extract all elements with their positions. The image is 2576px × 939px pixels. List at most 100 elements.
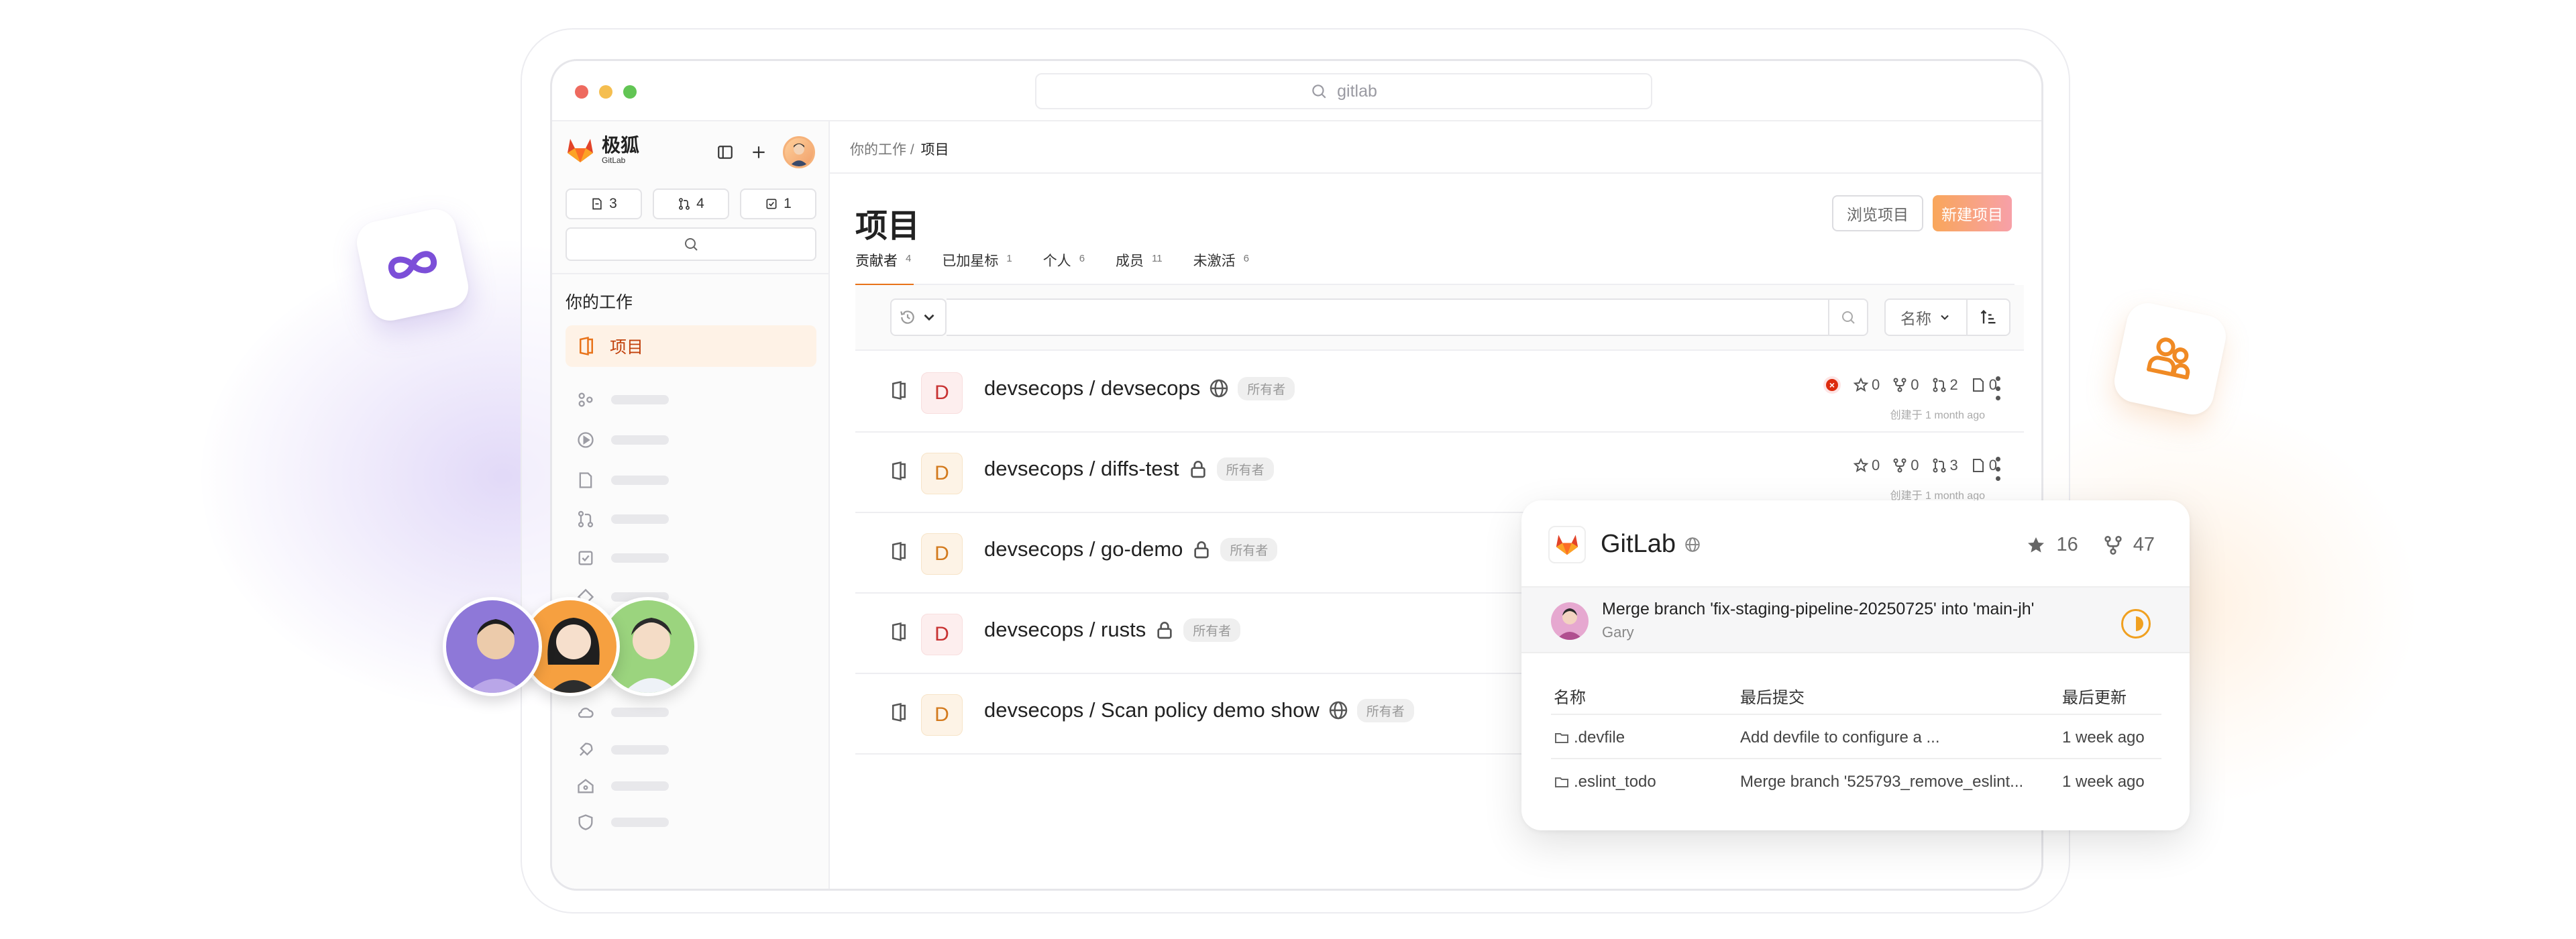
commit-message[interactable]: Merge branch 'fix-staging-pipeline-20250…	[1602, 600, 2034, 619]
forks-count[interactable]: 0	[1892, 376, 1919, 394]
sidebar-item-todos[interactable]	[576, 548, 669, 568]
pipeline-running-icon[interactable]	[2121, 609, 2151, 639]
tab-count: 6	[1079, 253, 1085, 264]
title-bar: gitlab	[552, 61, 2041, 121]
placeholder-bar	[611, 435, 669, 445]
sort-select[interactable]: 名称	[1884, 298, 1968, 336]
forks-count[interactable]: 0	[1892, 457, 1919, 474]
address-bar[interactable]: gitlab	[1035, 73, 1652, 109]
project-stats: × 0 0 2 0	[1823, 376, 1997, 394]
recent-searches-button[interactable]	[890, 298, 947, 336]
tab-inactive[interactable]: 未激活 6	[1193, 246, 1249, 285]
sidebar-item-environments[interactable]	[576, 702, 669, 722]
shield-icon	[578, 814, 593, 830]
create-new-icon[interactable]	[749, 143, 768, 162]
repository-title[interactable]: GitLab	[1601, 530, 1676, 559]
issues-counter[interactable]: 3	[566, 188, 642, 219]
tab-member[interactable]: 成员 11	[1116, 246, 1163, 285]
project-name[interactable]: devsecops / go-demo	[984, 537, 1183, 561]
tab-starred[interactable]: 已加星标 1	[942, 246, 1012, 285]
project-icon	[892, 380, 906, 400]
merge-requests-count[interactable]: 3	[1931, 457, 1958, 474]
close-window-button[interactable]	[575, 85, 588, 99]
filter-input[interactable]	[947, 298, 1829, 336]
project-tabs: 贡献者 4 已加星标 1 个人 6 成员 11 未激活 6	[855, 246, 2015, 286]
commit-author[interactable]: Gary	[1602, 624, 1634, 641]
infinity-icon	[388, 251, 437, 279]
tab-contributed[interactable]: 贡献者 4	[855, 246, 914, 286]
maximize-window-button[interactable]	[623, 85, 637, 99]
issues-icon	[1972, 459, 1984, 472]
role-badge: 所有者	[1216, 457, 1274, 481]
fork-icon	[1893, 458, 1907, 473]
lock-icon	[1157, 622, 1172, 639]
sidebar-search[interactable]	[566, 227, 816, 261]
file-name[interactable]: .eslint_todo	[1574, 773, 1656, 791]
sidebar-item-operations[interactable]	[576, 740, 669, 760]
placeholder-bar	[611, 553, 669, 563]
merge-requests-count[interactable]: 2	[1931, 376, 1958, 394]
table-row[interactable]: .devfile Add devfile to configure a ... …	[1551, 715, 2161, 759]
latest-commit[interactable]: Merge branch 'fix-staging-pipeline-20250…	[1521, 586, 2190, 653]
project-name[interactable]: devsecops / devsecops	[984, 376, 1200, 400]
issues-count[interactable]: 0	[1970, 457, 1997, 474]
forks-count[interactable]: 47	[2102, 534, 2155, 556]
placeholder-bar	[611, 395, 669, 404]
search-icon	[685, 238, 698, 251]
file-last-commit[interactable]: Merge branch '525793_remove_eslint...	[1740, 773, 2042, 791]
lock-icon	[1194, 541, 1210, 559]
team-card	[2110, 299, 2230, 419]
project-name[interactable]: devsecops / rusts	[984, 618, 1146, 642]
stars-count[interactable]: 0	[1853, 457, 1880, 474]
project-avatar: D	[921, 614, 963, 655]
sidebar-toggle-icon[interactable]	[716, 143, 735, 162]
breadcrumb-parent[interactable]: 你的工作 /	[850, 139, 914, 159]
sort-direction-button[interactable]	[1968, 298, 2010, 336]
filter-search-button[interactable]	[1829, 298, 1868, 336]
merge-requests-counter[interactable]: 4	[653, 188, 729, 219]
issues-icon	[579, 472, 592, 488]
team-avatars	[443, 597, 698, 704]
globe-icon	[1685, 537, 1700, 552]
star-icon	[2028, 537, 2045, 553]
sidebar-item-projects[interactable]: 项目	[566, 325, 816, 367]
project-name[interactable]: devsecops / Scan policy demo show	[984, 698, 1320, 722]
fox-logo-icon	[568, 139, 593, 162]
table-row[interactable]: .eslint_todo Merge branch '525793_remove…	[1551, 759, 2161, 804]
sidebar-item-issues[interactable]	[576, 470, 669, 490]
sidebar-item-merge-requests[interactable]	[576, 509, 669, 529]
browse-projects-button[interactable]: 浏览项目	[1832, 195, 1923, 231]
stars-count[interactable]: 0	[1853, 376, 1880, 394]
sidebar-item-pipelines[interactable]	[576, 430, 669, 450]
pipeline-failed-icon[interactable]: ×	[1823, 376, 1841, 394]
todos-counter[interactable]: 1	[740, 188, 816, 219]
breadcrumb: 你的工作 / 项目	[850, 139, 949, 159]
project-name[interactable]: devsecops / diffs-test	[984, 457, 1179, 481]
more-actions-icon[interactable]	[1994, 457, 2001, 481]
user-avatar[interactable]	[783, 136, 815, 168]
star-icon	[1853, 377, 1869, 392]
issues-count[interactable]: 0	[1970, 376, 1997, 394]
new-project-button[interactable]: 新建项目	[1933, 195, 2012, 231]
minimize-window-button[interactable]	[599, 85, 612, 99]
gitlab-logo-icon	[1548, 526, 1586, 563]
sidebar-item-monitor[interactable]	[576, 776, 669, 796]
file-name[interactable]: .devfile	[1574, 728, 1625, 747]
project-stats: 0 0 3 0	[1853, 457, 1997, 474]
more-actions-icon[interactable]	[1994, 376, 2001, 400]
column-header-last-commit: 最后提交	[1740, 689, 1805, 707]
header-divider	[830, 172, 2041, 174]
file-last-commit[interactable]: Add devfile to configure a ...	[1740, 728, 2042, 747]
sidebar-item-security[interactable]	[576, 812, 669, 832]
project-row[interactable]: D devsecops / devsecops 所有者 × 0 0 2 0 创建…	[855, 352, 2024, 433]
star-icon	[1853, 457, 1869, 473]
sidebar-item-groups[interactable]	[576, 390, 669, 410]
users-icon	[2147, 337, 2190, 380]
tab-personal[interactable]: 个人 6	[1043, 246, 1085, 285]
merge-request-icon	[679, 198, 690, 210]
sidebar-divider	[552, 273, 828, 274]
brand-logo[interactable]: 极狐 GitLab	[566, 136, 639, 164]
breadcrumb-current: 项目	[920, 142, 949, 158]
merge-request-icon	[578, 510, 594, 528]
stars-count[interactable]: 16	[2025, 534, 2078, 556]
